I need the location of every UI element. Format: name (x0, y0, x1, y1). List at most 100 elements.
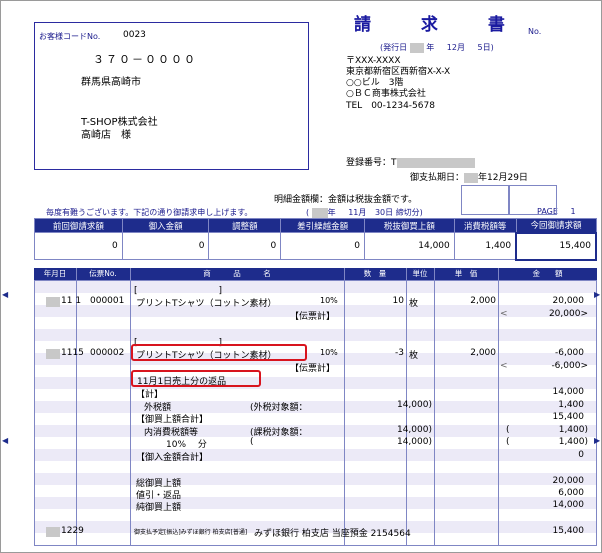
redacted-registration (396, 157, 475, 168)
page-arrow-right-icon[interactable]: ▶ (594, 290, 600, 299)
document-title: 請 求 書 (354, 15, 527, 35)
purchase-excl-tax-amount: 14,000 (363, 232, 455, 260)
row1-subtotal: 20,000> (548, 309, 588, 319)
product-code-bracket: [ ] (134, 286, 223, 296)
scroll-arrow-right-icon[interactable]: ▶ (594, 436, 600, 445)
summary-header: 前回御請求額 (34, 218, 123, 233)
row1-subtotal-label: 【伝票計】 (290, 312, 336, 322)
last-row-date: 1229 (61, 526, 84, 536)
payment-schedule-note: 御支払予定[振込]みずほ銀行 柏支店[普通] (134, 529, 248, 536)
row2-slip-no: 000002 (90, 348, 125, 358)
customer-address-box: お客様コードNo. 0023 ３７０－００００ 群馬県高崎市 T-SHOP株式会… (34, 22, 309, 170)
closing-close: 締切分) (395, 208, 423, 217)
total-label: 【計】 (136, 390, 164, 400)
internal-tax-open: ( (506, 425, 510, 435)
tax-rate-amount: 1,400) (558, 437, 588, 447)
payment-due: 御支払期日： 年12月29日 (410, 170, 528, 183)
net-purchase: 14,000 (552, 500, 585, 510)
bank-account-info: みずほ銀行 柏支店 当座預金 2154564 (254, 529, 411, 539)
customer-address: 群馬県高崎市 (81, 77, 141, 88)
summary-header: 調整額 (208, 218, 282, 233)
issue-date-year: 年 (426, 43, 435, 52)
row2-qty: -3 (395, 348, 404, 358)
row2-subtotal-open: < (500, 361, 508, 371)
row1-date: 11 1 (61, 296, 82, 306)
summary-header: 差引繰越金額 (280, 218, 365, 233)
gross-purchase: 20,000 (552, 476, 585, 486)
summary-header: 今回御請求額 (515, 218, 597, 233)
tax-rate-open: ( (506, 437, 510, 447)
stamp-box-1 (461, 185, 509, 215)
redacted-closing-year (311, 207, 328, 218)
closing-period: ( 年 11月 30日 締切分) (306, 207, 423, 218)
col-slip-no: 伝票No. (89, 269, 117, 278)
summary-value-row: 0 0 0 0 14,000 1,400 15,400 (34, 231, 597, 261)
scroll-arrow-left-icon[interactable]: ◀ (2, 436, 8, 445)
closing-year: 年 (327, 208, 336, 217)
row1-price: 2,000 (470, 296, 496, 306)
customer-code: 0023 (123, 30, 146, 40)
internal-tax-amount: 1,400) (558, 425, 588, 435)
purchase-total: 15,400 (552, 412, 585, 422)
deposit-total: 0 (578, 450, 584, 460)
payment-due-date: 年12月29日 (478, 173, 528, 183)
row2-subtotal: -6,000> (551, 361, 588, 371)
stamp-box-2 (509, 185, 557, 215)
customer-postal: ３７０－００００ (93, 53, 197, 66)
tax-note: 明細金額欄：金額は税抜金額です。 (274, 195, 418, 205)
issue-date-day: 5日) (477, 43, 494, 52)
internal-tax-basis: 14,000) (396, 425, 432, 435)
row1-product: プリントTシャツ（コットン素材） (136, 299, 277, 309)
issue-date: (発行日 年 12月 5日) (380, 42, 494, 53)
deposit-total-label: 【御入金額合計】 (136, 453, 209, 463)
highlight-note-box (131, 370, 261, 387)
closing-day: 30日 (374, 208, 394, 217)
summary-header: 御入金額 (121, 218, 210, 233)
adjustment-amount: 0 (208, 232, 282, 260)
page-arrow-left-icon[interactable]: ◀ (2, 290, 8, 299)
redacted-row2-year (46, 349, 60, 359)
tax-rate-label: 10% 分 (166, 440, 207, 450)
redacted-last-year (46, 527, 60, 537)
carryover-amount: 0 (280, 232, 365, 260)
net-purchase-label: 純御買上額 (136, 503, 182, 513)
row1-slip-no: 000001 (90, 296, 125, 306)
row1-tax-rate: 10% (320, 296, 338, 305)
tax-rate-basis: 14,000) (396, 437, 432, 447)
outside-tax-amount: 1,400 (558, 400, 584, 410)
last-row-amount: 15,400 (552, 526, 585, 536)
registration-number: 登録番号：T (346, 155, 475, 168)
col-qty: 数 量 (363, 269, 387, 278)
row2-date: 1115 (61, 348, 84, 358)
summary-header: 消費税額等 (453, 218, 517, 233)
col-unit: 単位 (412, 269, 428, 278)
redacted-due-year (464, 172, 479, 183)
row2-subtotal-label: 【伝票計】 (290, 364, 336, 374)
row2-unit: 枚 (409, 351, 419, 361)
summary-header-row: 前回御請求額 御入金額 調整額 差引繰越金額 税抜御買上額 消費税額等 今回御請… (34, 218, 597, 233)
redacted-year (409, 42, 424, 53)
issue-date-prefix: (発行日 (380, 43, 408, 52)
payment-received-amount: 0 (121, 232, 210, 260)
row2-amount: -6,000 (554, 348, 584, 358)
summary-table: 前回御請求額 御入金額 調整額 差引繰越金額 税抜御買上額 消費税額等 今回御請… (34, 218, 597, 261)
summary-header: 税抜御買上額 (363, 218, 455, 233)
closing-open: ( (306, 208, 310, 217)
row1-qty: 10 (392, 296, 404, 306)
consumption-tax-amount: 1,400 (453, 232, 517, 260)
previous-billing-amount: 0 (34, 232, 123, 260)
payment-due-label: 御支払期日： (410, 173, 465, 183)
row2-tax-rate: 10% (320, 348, 338, 357)
invoice-no-label: No. (528, 27, 542, 36)
closing-month: 11月 (348, 208, 367, 217)
outside-tax-basis: 14,000) (396, 400, 432, 410)
current-billing-amount: 15,400 (515, 231, 597, 261)
internal-tax-basis-label: (課税対象額： (250, 428, 308, 438)
purchase-total-label: 【御買上額合計】 (136, 415, 209, 425)
registration-label: 登録番号：T (346, 158, 397, 168)
tax-rate-basis-open: ( (250, 437, 254, 447)
highlight-product-box (131, 344, 307, 361)
col-price: 単 価 (454, 269, 478, 278)
col-product: 商 品 名 (203, 269, 271, 278)
greeting-text: 毎度有難うございます。下記の通り御請求申し上げます。 (46, 208, 253, 217)
